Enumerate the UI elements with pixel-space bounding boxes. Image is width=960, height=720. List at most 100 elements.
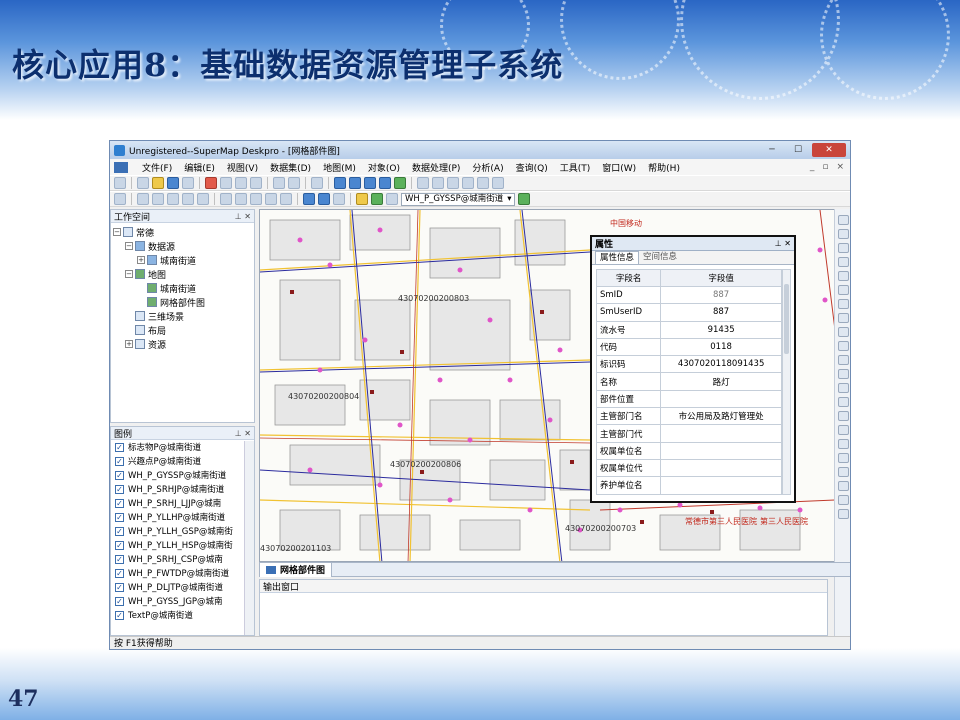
tool-icon[interactable]: [838, 481, 849, 491]
table-row[interactable]: 名称 路灯: [595, 372, 782, 391]
tool-icon[interactable]: [838, 257, 849, 267]
tree-node[interactable]: 网格部件图: [113, 295, 252, 309]
table-row[interactable]: 部件位置: [595, 389, 782, 409]
tab-attribute-info[interactable]: 属性信息: [595, 251, 640, 264]
check-icon[interactable]: [394, 177, 406, 189]
tab-map-grid[interactable]: 网格部件图: [260, 562, 333, 577]
layer-stack-icon[interactable]: [518, 193, 531, 205]
save-all-icon[interactable]: [182, 177, 194, 189]
select-tool-icon[interactable]: [114, 177, 126, 189]
tool-icon[interactable]: [838, 313, 849, 323]
tree-node[interactable]: − 常德: [113, 225, 252, 239]
checkbox[interactable]: ✓: [115, 526, 124, 536]
close-button[interactable]: ✕: [812, 143, 846, 157]
checkbox[interactable]: ✓: [115, 470, 124, 480]
field-value[interactable]: 887: [660, 285, 782, 305]
legend-item[interactable]: ✓ WH_P_DLJTP@城南街道: [111, 580, 254, 594]
arrow-left-icon[interactable]: [303, 193, 315, 205]
cut-icon[interactable]: [220, 177, 232, 189]
attribute-scrollbar[interactable]: [782, 269, 791, 495]
arrow-right-icon[interactable]: [318, 193, 330, 205]
tool-icon[interactable]: [838, 383, 849, 393]
tree-node[interactable]: + 城南街道: [113, 253, 252, 267]
tree-node[interactable]: + 资源: [113, 337, 252, 351]
table-row[interactable]: 权属单位代: [595, 458, 782, 478]
menu-file[interactable]: 文件(F): [136, 161, 178, 174]
field-value[interactable]: [660, 389, 782, 409]
erase-icon[interactable]: [386, 193, 398, 205]
field-value[interactable]: 887: [660, 303, 782, 322]
legend-item[interactable]: ✓ WH_P_YLLH_HSP@城南街: [111, 538, 254, 552]
measure-icon[interactable]: [333, 193, 345, 205]
legend-item[interactable]: ✓ WH_P_SRHJP@城南街道: [111, 482, 254, 496]
save-icon[interactable]: [167, 177, 179, 189]
layout-icon[interactable]: [334, 177, 346, 189]
next-view-icon[interactable]: [280, 193, 292, 205]
tree-node[interactable]: − 地图: [113, 267, 252, 281]
tab-spatial-info[interactable]: 空间信息: [639, 251, 681, 264]
tree-node[interactable]: 布局: [113, 323, 252, 337]
tool-icon[interactable]: [838, 229, 849, 239]
fill-icon[interactable]: [371, 193, 383, 205]
mdi-minimize-icon[interactable]: _: [810, 162, 815, 172]
menu-edit[interactable]: 编辑(E): [178, 161, 221, 174]
mdi-close-icon[interactable]: ×: [836, 162, 844, 172]
tool-icon[interactable]: [838, 369, 849, 379]
tool-icon[interactable]: [838, 327, 849, 337]
legend-item[interactable]: ✓ WH_P_GYSS_JGP@城南: [111, 594, 254, 608]
tile-icon[interactable]: [364, 177, 376, 189]
table-row[interactable]: 代码 0118: [595, 337, 782, 357]
checkbox[interactable]: ✓: [115, 484, 124, 494]
expand-icon[interactable]: +: [125, 340, 133, 348]
checkbox[interactable]: ✓: [115, 540, 124, 550]
legend-scrollbar[interactable]: [244, 441, 254, 635]
print-icon[interactable]: [311, 177, 323, 189]
menu-help[interactable]: 帮助(H): [642, 161, 686, 174]
table-row[interactable]: 标识码 4307020118091435: [595, 355, 782, 374]
table-row[interactable]: SmUserID 887: [595, 303, 782, 322]
table-row[interactable]: 权属单位名: [595, 441, 782, 460]
node-icon[interactable]: [432, 177, 444, 189]
scrollbar-thumb[interactable]: [784, 284, 789, 354]
layer-select[interactable]: WH_P_GYSSP@城南街道 ▾: [401, 192, 516, 206]
field-value[interactable]: [660, 458, 782, 478]
redo-icon[interactable]: [288, 177, 300, 189]
table-row[interactable]: 养护单位名: [595, 476, 782, 495]
field-value[interactable]: 0118: [660, 337, 782, 357]
collapse-icon[interactable]: −: [113, 228, 121, 236]
legend-item[interactable]: ✓ WH_P_SRHJ_LJJP@城南: [111, 496, 254, 510]
paste-icon[interactable]: [250, 177, 262, 189]
field-value[interactable]: 91435: [660, 320, 782, 339]
open-icon[interactable]: [152, 177, 164, 189]
checkbox[interactable]: ✓: [115, 610, 124, 620]
refresh-icon[interactable]: [220, 193, 232, 205]
field-value[interactable]: 4307020118091435: [660, 355, 782, 374]
cascade-icon[interactable]: [379, 177, 391, 189]
pin-close-icon[interactable]: ⊥ ✕: [775, 239, 794, 248]
forward-icon[interactable]: [492, 177, 504, 189]
full-extent-icon[interactable]: [235, 193, 247, 205]
tool-icon[interactable]: [838, 509, 849, 519]
menu-data-processing[interactable]: 数据处理(P): [406, 161, 466, 174]
tool-icon[interactable]: [838, 355, 849, 365]
tool-icon[interactable]: [838, 215, 849, 225]
tool-icon[interactable]: [838, 439, 849, 449]
grid-icon[interactable]: [447, 177, 459, 189]
tool-icon[interactable]: [838, 299, 849, 309]
expand-icon[interactable]: +: [137, 256, 145, 264]
checkbox[interactable]: ✓: [115, 442, 124, 452]
back-icon[interactable]: [477, 177, 489, 189]
delete-icon[interactable]: [205, 177, 217, 189]
checkbox[interactable]: ✓: [115, 456, 124, 466]
zoom-in-icon[interactable]: [167, 193, 179, 205]
tool-icon[interactable]: [838, 271, 849, 281]
legend-item[interactable]: ✓ WH_P_YLLH_GSP@城南街: [111, 524, 254, 538]
checkbox[interactable]: ✓: [115, 554, 124, 564]
checkbox[interactable]: ✓: [115, 582, 124, 592]
zoom-free-icon[interactable]: [197, 193, 209, 205]
tool-icon[interactable]: [838, 467, 849, 477]
menu-view[interactable]: 视图(V): [221, 161, 264, 174]
field-value[interactable]: [660, 424, 782, 443]
field-value[interactable]: [660, 476, 782, 495]
tree-node[interactable]: 城南街道: [113, 281, 252, 295]
